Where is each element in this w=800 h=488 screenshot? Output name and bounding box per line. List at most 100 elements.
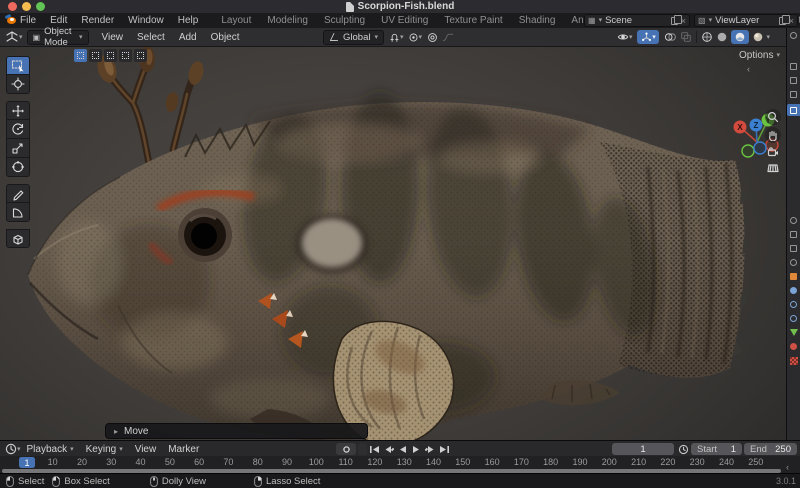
play-button[interactable] [410, 443, 423, 455]
zoom-view-icon[interactable] [765, 109, 781, 125]
tool-annotate[interactable] [6, 184, 30, 203]
editor-type-icon[interactable]: ▾ [5, 30, 23, 44]
select-mode-invert[interactable] [119, 49, 132, 62]
timeline-menu-view[interactable]: View [129, 444, 163, 455]
tool-measure[interactable] [6, 203, 30, 222]
frame-end-field[interactable]: End250 [744, 443, 797, 455]
new-view-layer-icon[interactable] [779, 17, 786, 25]
properties-tab-scene[interactable] [787, 104, 800, 116]
ruler-frame-label: 30 [97, 457, 126, 467]
shading-solid-icon[interactable] [716, 31, 728, 43]
properties-tab-material[interactable] [789, 342, 798, 351]
pan-view-hand-icon[interactable] [765, 127, 781, 143]
timeline-menu-playback[interactable]: Playback▾ [21, 444, 80, 455]
select-mode-set[interactable] [74, 49, 87, 62]
shading-material-preview-icon[interactable] [731, 30, 749, 44]
properties-tab-view-layer[interactable] [789, 90, 798, 99]
xray-toggle-icon[interactable] [680, 31, 692, 43]
operator-panel-move[interactable]: ▸ Move [105, 423, 368, 439]
sidebar-toggle-icon[interactable]: ‹ [747, 64, 750, 74]
tool-transform[interactable] [6, 158, 30, 177]
properties-tab-render[interactable] [789, 62, 798, 71]
properties-tab-texture[interactable] [789, 356, 798, 365]
scene-object-scorpion-fish[interactable] [0, 47, 786, 440]
tool-scale[interactable] [6, 139, 30, 158]
viewport-menu-item[interactable]: View [95, 32, 131, 43]
properties-tab-collection[interactable] [789, 230, 798, 239]
frame-start-field[interactable]: Start1 [691, 443, 742, 455]
timeline-menu-keying[interactable]: Keying▾ [80, 444, 129, 455]
play-reverse-button[interactable] [396, 443, 409, 455]
object-mode-icon: ▣ [33, 33, 41, 42]
workspace-tab[interactable]: Modeling [259, 14, 316, 27]
menu-item[interactable]: Edit [43, 15, 74, 26]
tool-move[interactable] [6, 101, 30, 120]
current-frame-field[interactable]: 1 [612, 443, 674, 455]
camera-view-icon[interactable] [765, 144, 781, 160]
proportional-falloff-icon[interactable] [442, 32, 454, 43]
viewport-3d[interactable]: Options▾ ‹ [0, 47, 786, 440]
tool-add-cube[interactable] [6, 229, 30, 248]
properties-tab-physics[interactable] [789, 314, 798, 323]
snap-target-icon[interactable]: ▾ [408, 32, 423, 43]
properties-tab-particles[interactable] [789, 300, 798, 309]
keying-set-button[interactable] [358, 443, 367, 455]
tool-select-box[interactable] [6, 56, 30, 75]
blender-version: 3.0.1 [776, 476, 796, 486]
orientation-selector[interactable]: Global ▾ [323, 30, 384, 45]
snap-magnet-icon[interactable]: ▾ [389, 32, 404, 43]
tool-cursor[interactable] [6, 75, 30, 94]
shading-rendered-icon[interactable] [752, 31, 764, 43]
operator-panel-label: Move [124, 426, 148, 437]
timeline-ruler[interactable]: 1020304050607080901001101201301401501601… [0, 456, 800, 473]
properties-tab-object[interactable] [789, 244, 798, 253]
show-gizmo-toggle[interactable]: ▾ [637, 30, 659, 44]
select-mode-extend[interactable] [89, 49, 102, 62]
workspace-tab[interactable]: Layout [213, 14, 259, 27]
select-mode-subtract[interactable] [104, 49, 117, 62]
tool-rotate[interactable] [6, 120, 30, 139]
jump-to-start-button[interactable] [368, 443, 381, 455]
new-scene-icon[interactable] [671, 17, 678, 25]
viewport-menu-item[interactable]: Select [130, 32, 172, 43]
shading-dropdown-icon[interactable]: ▾ [766, 34, 770, 41]
select-mode-intersect[interactable] [134, 49, 147, 62]
show-overlays-icon[interactable] [664, 31, 676, 43]
properties-tab-object-props[interactable] [789, 272, 798, 281]
view-layer-selector[interactable]: ▧▾ ViewLayer × [694, 14, 798, 27]
menu-item[interactable]: Render [74, 15, 121, 26]
show-object-types-icon[interactable]: ▾ [617, 31, 633, 43]
jump-prev-keyframe-button[interactable] [382, 443, 395, 455]
viewport-menu-item[interactable]: Object [204, 32, 247, 43]
region-collapse-icon[interactable]: ‹ [786, 462, 789, 472]
workspace-tab[interactable]: Shading [511, 14, 564, 27]
properties-tab-object-data[interactable] [789, 328, 798, 337]
properties-tab-world[interactable] [789, 216, 798, 225]
viewport-menu-item[interactable]: Add [172, 32, 204, 43]
scene-selector[interactable]: ▦▾ Scene × [584, 14, 690, 27]
menu-item[interactable]: Help [171, 15, 206, 26]
current-frame-indicator[interactable]: 1 [19, 457, 35, 468]
auto-keying-record-button[interactable] [336, 443, 356, 455]
workspace-tab[interactable]: UV Editing [373, 14, 436, 27]
properties-tab-modifiers[interactable] [789, 286, 798, 295]
jump-to-end-button[interactable] [438, 443, 451, 455]
menu-item[interactable]: File [13, 15, 43, 26]
workspace-tab[interactable]: Texture Paint [436, 14, 510, 27]
timeline-scrollbar[interactable] [2, 469, 781, 473]
proportional-editing-icon[interactable] [427, 32, 438, 43]
properties-tab-output[interactable] [789, 76, 798, 85]
menu-item[interactable]: Window [121, 15, 171, 26]
perspective-toggle-icon[interactable] [765, 160, 781, 176]
timeline-editor-type-icon[interactable]: ▾ [5, 443, 21, 455]
mode-selector[interactable]: ▣ Object Mode ▾ [27, 30, 89, 45]
workspace-tab[interactable]: Sculpting [316, 14, 373, 27]
jump-next-keyframe-button[interactable] [424, 443, 437, 455]
use-preview-range-clock-icon[interactable] [678, 444, 689, 455]
shading-wireframe-icon[interactable] [701, 31, 713, 43]
main-menus: FileEditRenderWindowHelp [13, 15, 205, 26]
properties-tab-speaker[interactable] [789, 258, 798, 267]
options-dropdown[interactable]: Options▾ [739, 50, 780, 61]
timeline-menu-marker[interactable]: Marker [162, 444, 205, 455]
properties-tab-tool[interactable] [789, 31, 798, 40]
